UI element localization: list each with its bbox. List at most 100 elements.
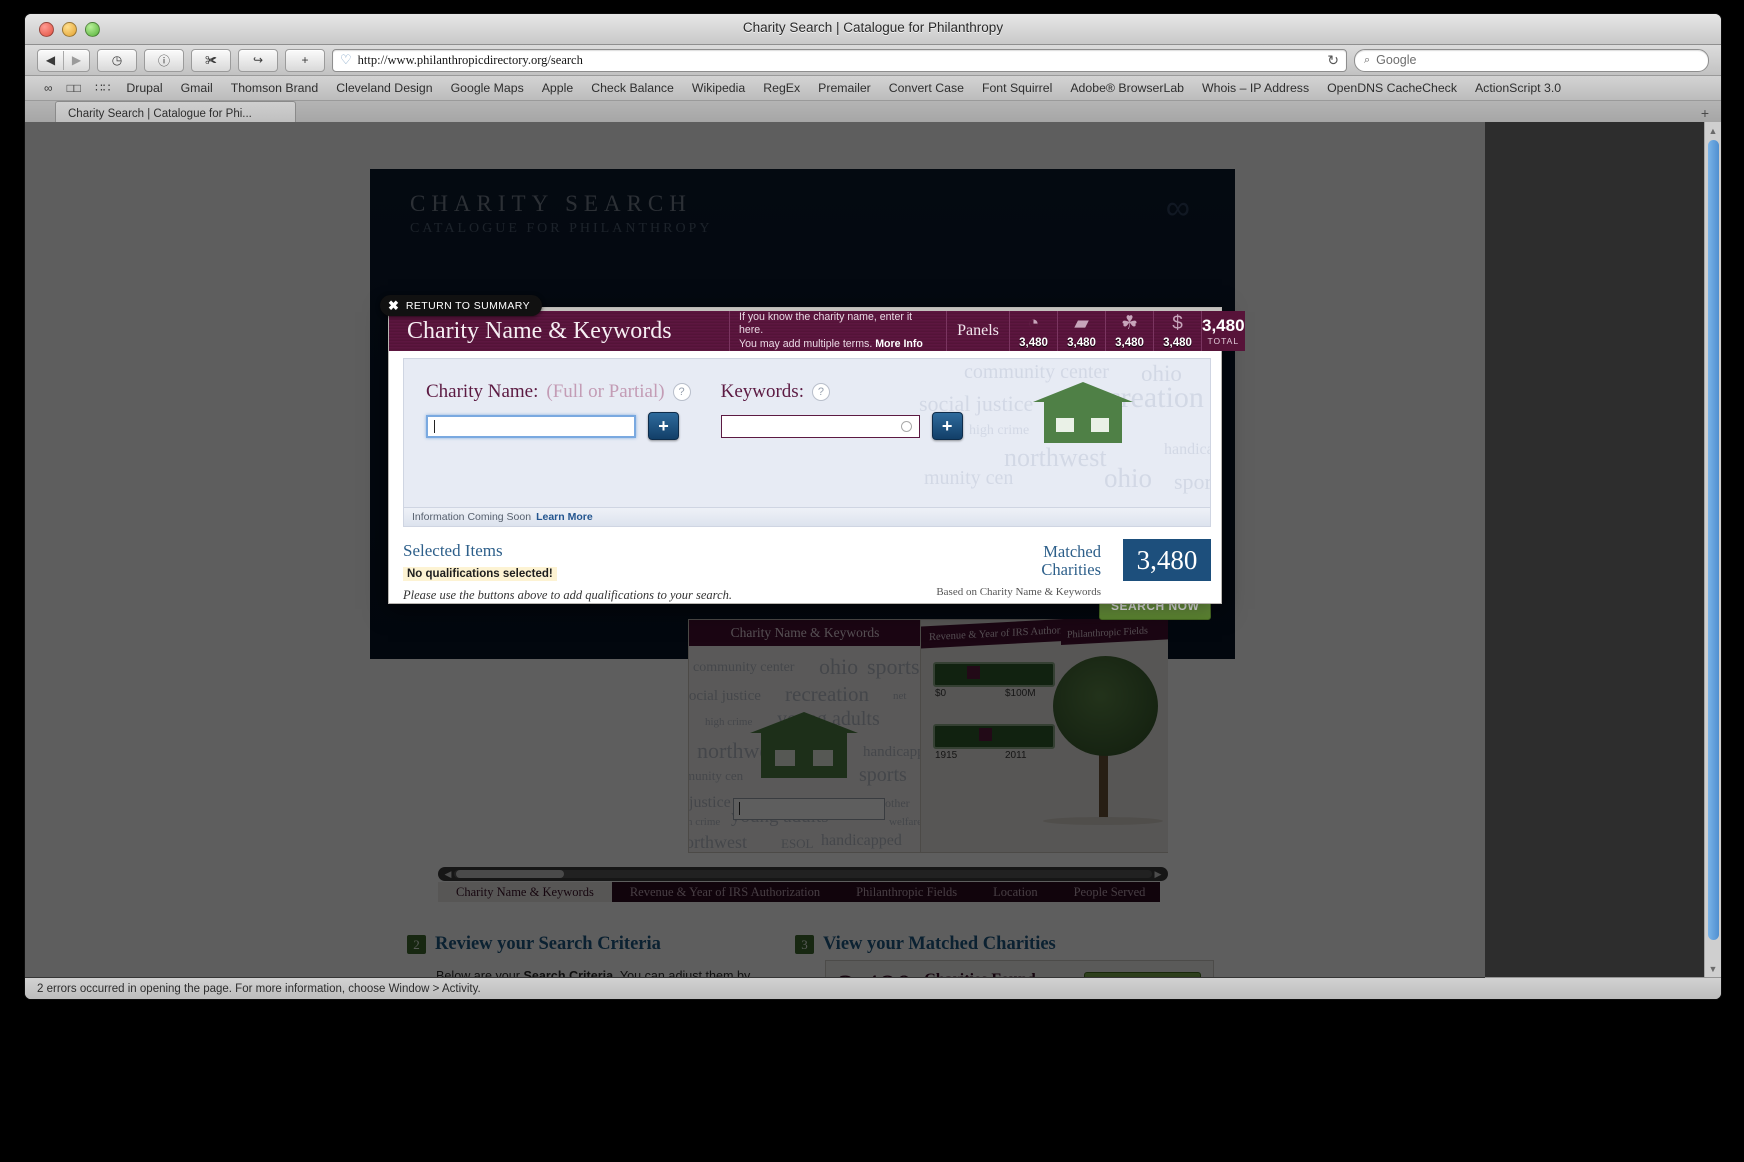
close-icon[interactable]: ✖ [388, 298, 399, 314]
bookmark-gmail[interactable]: Gmail [172, 81, 222, 95]
top-sites-icon[interactable]: ∷∷ [88, 81, 117, 95]
modal-body: community center ohio social justice rec… [403, 358, 1211, 508]
modal-hint-line-1: If you know the charity name, enter it h… [739, 310, 913, 337]
panel-button-revenue[interactable]: $ 3,480 [1154, 311, 1202, 351]
matched-line-2: Charities [1041, 560, 1101, 580]
keywords-label: Keywords: ? [721, 381, 963, 403]
search-icon: ⌕ [1364, 53, 1371, 66]
help-icon-keywords[interactable]: ? [811, 383, 830, 401]
vertical-scroll-thumb[interactable] [1708, 140, 1719, 940]
search-fields-row: Charity Name: (Full or Partial) ? + Keyw… [426, 381, 963, 440]
panel-button-location[interactable]: ▰ 3,480 [1058, 311, 1106, 351]
matched-charities-count: 3,480 [1123, 539, 1211, 581]
modal-hint-line-2: You may add multiple terms. More Info [739, 338, 937, 352]
charity-name-input[interactable] [426, 414, 636, 438]
modal-hint: If you know the charity name, enter it h… [730, 311, 947, 351]
forward-icon[interactable]: ▶ [64, 51, 89, 70]
browser-search-field[interactable]: ⌕ Google [1354, 48, 1709, 72]
charity-name-label: Charity Name: (Full or Partial) ? [426, 381, 691, 403]
more-info-link[interactable]: More Info [875, 338, 923, 350]
charity-name-label-text: Charity Name: [426, 381, 539, 402]
panels-label: Panels [947, 311, 1010, 351]
browser-status-bar: 2 errors occurred in opening the page. F… [25, 977, 1721, 999]
bookmark-apple[interactable]: Apple [533, 81, 582, 95]
bookmark-opendns[interactable]: OpenDNS CacheCheck [1318, 81, 1466, 95]
show-all-bookmarks-icon[interactable]: ∞ [37, 81, 60, 95]
share-icon[interactable]: ↪ [238, 48, 278, 72]
modal-footer: Selected Items No qualifications selecte… [389, 527, 1221, 619]
bookmark-font-squirrel[interactable]: Font Squirrel [973, 81, 1061, 95]
charity-name-keywords-modal: ✖ RETURN TO SUMMARY Charity Name & Keywo… [380, 295, 1245, 604]
bookmark-browserlab[interactable]: Adobe® BrowserLab [1061, 81, 1193, 95]
bg-cloud-word: munity cen [924, 467, 1014, 489]
bg-cloud-word: sports [1174, 469, 1210, 494]
page-vertical-scrollbar[interactable]: ▲ ▼ [1704, 122, 1721, 978]
reading-list-icon[interactable]: □□ [60, 81, 89, 95]
house-icon [1033, 382, 1133, 443]
learn-more-link[interactable]: Learn More [536, 511, 593, 523]
return-to-summary-button[interactable]: ✖ RETURN TO SUMMARY [380, 295, 542, 316]
panel-button-fields[interactable]: ☘ 3,480 [1106, 311, 1154, 351]
massachusetts-map-icon: ▰ [1074, 313, 1089, 334]
nav-buttons[interactable]: ◀ ▶ [37, 48, 90, 72]
panel-button-pie-chart[interactable]: ◔ 3,480 [1010, 311, 1058, 351]
info-coming-soon-text: Information Coming Soon [412, 511, 532, 523]
bookmark-convert-case[interactable]: Convert Case [880, 81, 973, 95]
charity-name-group: Charity Name: (Full or Partial) ? + [426, 381, 691, 440]
add-keyword-button[interactable]: + [931, 412, 963, 440]
reload-icon[interactable]: ↻ [1327, 52, 1339, 69]
bg-cloud-word: handicapped [1164, 441, 1210, 458]
address-bar[interactable]: ♡ http://www.philanthropicdirectory.org/… [332, 48, 1347, 72]
scroll-down-icon[interactable]: ▼ [1708, 964, 1718, 974]
keywords-input[interactable] [720, 414, 920, 438]
bookmark-actionscript[interactable]: ActionScript 3.0 [1466, 81, 1570, 95]
matched-charities-label: Matched Charities Based on Charity Name … [936, 542, 1101, 598]
total-label: TOTAL [1207, 335, 1240, 346]
keywords-label-text: Keywords: [720, 381, 804, 402]
search-placeholder: Google [1376, 53, 1417, 67]
add-bookmark-button[interactable]: + [285, 48, 325, 72]
loading-spinner-icon [900, 420, 912, 432]
screen: Charity Search | Catalogue for Philanthr… [0, 0, 1744, 1162]
new-tab-button[interactable]: + [1701, 105, 1709, 121]
help-icon-charity-name[interactable]: ? [672, 383, 691, 401]
bookmark-cleveland-design[interactable]: Cleveland Design [327, 81, 441, 95]
bg-cloud-word: northwest [1004, 443, 1107, 472]
bg-cloud-word: ohio [1104, 463, 1153, 493]
bookmark-premailer[interactable]: Premailer [809, 81, 880, 95]
back-icon[interactable]: ◀ [38, 50, 64, 70]
bookmark-check-balance[interactable]: Check Balance [582, 81, 683, 95]
snippet-icon[interactable]: ✀ [191, 48, 231, 72]
bg-cloud-word: high crime [969, 423, 1030, 438]
bookmark-google-maps[interactable]: Google Maps [442, 81, 533, 95]
bookmark-wikipedia[interactable]: Wikipedia [683, 81, 754, 95]
bookmark-thomson-brand[interactable]: Thomson Brand [222, 81, 328, 95]
return-to-summary-label: RETURN TO SUMMARY [405, 299, 530, 312]
page-viewport: CHARITY SEARCH CATALOGUE FOR PHILANTHROP… [25, 122, 1721, 978]
panel-count-pie: 3,480 [1019, 337, 1048, 349]
keywords-group: Keywords: ? + [720, 381, 963, 440]
bookmark-regex[interactable]: RegEx [754, 81, 809, 95]
window-title: Charity Search | Catalogue for Philanthr… [742, 20, 1004, 35]
bookmark-whois[interactable]: Whois – IP Address [1193, 81, 1318, 95]
status-message: 2 errors occurred in opening the page. F… [37, 982, 481, 995]
bookmarks-bar: ∞ □□ ∷∷ Drupal Gmail Thomson Brand Cleve… [25, 76, 1721, 101]
add-charity-name-button[interactable]: + [648, 412, 679, 440]
charity-name-hint: (Full or Partial) [546, 381, 665, 402]
modal-hint-text-2: You may add multiple terms. [739, 337, 873, 350]
dollar-sign-icon: $ [1172, 313, 1183, 334]
history-button[interactable]: ◷ [97, 48, 137, 72]
total-counter: 3,480 TOTAL [1202, 311, 1245, 351]
window-titlebar: Charity Search | Catalogue for Philanthr… [25, 14, 1721, 45]
browser-window: Charity Search | Catalogue for Philanthr… [24, 13, 1722, 1000]
scroll-up-icon[interactable]: ▲ [1708, 126, 1718, 136]
tree-icon: ☘ [1120, 313, 1139, 334]
reader-info-button[interactable]: ⓘ [144, 48, 184, 72]
panel-count-revenue: 3,480 [1163, 337, 1192, 349]
panel-count-fields: 3,480 [1115, 337, 1144, 349]
bookmark-drupal[interactable]: Drupal [117, 81, 171, 95]
address-bar-value: http://www.philanthropicdirectory.org/se… [357, 52, 583, 67]
page-icon: ♡ [340, 52, 352, 67]
panel-count-location: 3,480 [1067, 337, 1096, 349]
matched-line-1: Matched [1043, 542, 1101, 561]
